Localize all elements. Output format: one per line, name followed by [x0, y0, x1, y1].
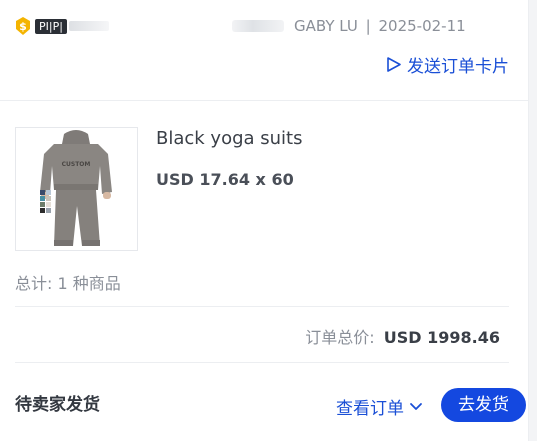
send-order-card-button[interactable]: 发送订单卡片	[385, 52, 509, 77]
product-price: USD 17.64 x 60	[156, 170, 294, 189]
divider	[0, 100, 528, 101]
product-image[interactable]: CUSTOM	[15, 127, 138, 251]
view-order-label: 查看订单	[336, 399, 404, 419]
send-order-card-label: 发送订单卡片	[407, 57, 509, 77]
divider	[15, 306, 509, 307]
chevron-down-icon	[410, 402, 422, 410]
masked-text	[68, 21, 109, 31]
seller-name: GABY LU	[294, 17, 358, 35]
view-order-button[interactable]: 查看订单	[336, 394, 423, 419]
product-print-text: CUSTOM	[62, 161, 91, 168]
order-date: 2025-02-11	[378, 17, 466, 35]
masked-text	[232, 20, 284, 32]
seller-info: GABY LU | 2025-02-11	[294, 17, 466, 35]
separator: |	[365, 17, 371, 35]
order-status: 待卖家发货	[15, 395, 100, 415]
order-total: 订单总价: USD 1998.46	[305, 324, 500, 348]
order-card: $ PI|P| GABY LU | 2025-02-11 发送订单卡片 CUST…	[0, 0, 529, 441]
ship-button[interactable]: 去发货	[441, 388, 526, 422]
svg-text:$: $	[19, 20, 27, 33]
total-items: 总计: 1 种商品	[15, 274, 121, 293]
product-name[interactable]: Black yoga suits	[156, 128, 303, 149]
coin-icon: $	[16, 17, 30, 35]
badge-label: PI|P|	[35, 18, 67, 34]
divider	[15, 362, 509, 363]
product-photo: CUSTOM	[16, 128, 137, 250]
order-total-amount: USD 1998.46	[383, 328, 500, 347]
scrollbar[interactable]	[528, 0, 537, 441]
seller-badge: $ PI|P|	[14, 15, 109, 37]
send-icon	[387, 57, 401, 72]
order-total-label: 订单总价:	[305, 328, 375, 347]
